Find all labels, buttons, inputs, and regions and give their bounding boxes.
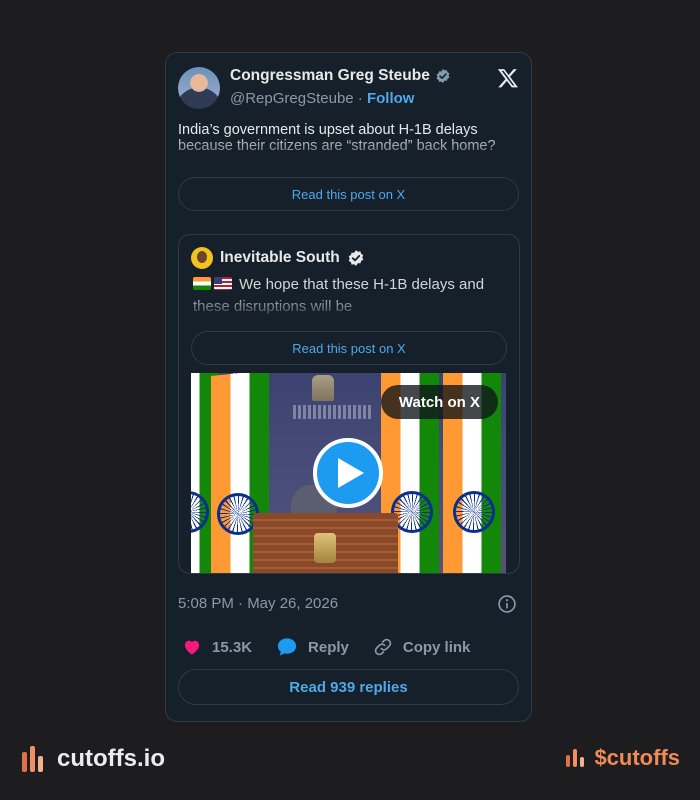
read-replies-button[interactable]: Read 939 replies xyxy=(178,669,519,705)
play-button[interactable] xyxy=(313,438,383,508)
like-button[interactable]: 15.3K xyxy=(182,637,252,657)
x-logo-icon[interactable] xyxy=(497,67,519,89)
quoted-tweet[interactable]: Inevitable South We hope that these H-1B… xyxy=(178,234,520,574)
tweet-card: Congressman Greg Steube @RepGregSteube ·… xyxy=(165,52,532,722)
bar-chart-logo-icon xyxy=(566,749,585,767)
like-count: 15.3K xyxy=(212,638,253,656)
quoted-text-fade xyxy=(179,293,519,321)
quoted-author-name[interactable]: Inevitable South xyxy=(220,249,340,267)
brand-name: cutoffs.io xyxy=(57,745,165,772)
watch-on-x-button[interactable]: Watch on X xyxy=(380,385,498,419)
author-name[interactable]: Congressman Greg Steube xyxy=(230,67,430,85)
bar-chart-logo-icon xyxy=(22,746,43,772)
quoted-read-post-button[interactable]: Read this post on X xyxy=(191,331,507,365)
podium-emblem xyxy=(314,533,336,563)
ashoka-chakra xyxy=(453,491,495,533)
copy-link-button[interactable]: Copy link xyxy=(373,637,471,657)
info-icon[interactable] xyxy=(497,594,517,614)
reply-icon xyxy=(277,638,297,656)
quoted-author-avatar[interactable] xyxy=(191,247,213,269)
author-handle[interactable]: @RepGregSteube xyxy=(230,90,354,107)
podium xyxy=(253,513,398,573)
verified-badge-icon xyxy=(348,250,363,266)
footer-brand-left: cutoffs.io xyxy=(22,745,165,773)
footer-brand-right: $cutoffs xyxy=(566,745,680,771)
tweet-body: India’s government is upset about H-1B d… xyxy=(178,122,496,154)
reply-button[interactable]: Reply xyxy=(276,637,349,657)
play-icon xyxy=(338,458,364,488)
follow-button[interactable]: Follow xyxy=(367,90,415,107)
ticker-symbol: $cutoffs xyxy=(594,745,680,770)
handle-separator: · xyxy=(353,90,367,107)
ministry-signage xyxy=(293,405,373,419)
usa-flag-icon xyxy=(214,277,232,290)
national-emblem xyxy=(312,375,334,401)
heart-icon xyxy=(184,640,200,655)
copy-link-label: Copy link xyxy=(402,638,471,656)
verified-badge-icon xyxy=(436,69,450,83)
reply-label: Reply xyxy=(308,638,349,656)
link-icon xyxy=(374,638,392,656)
read-post-button[interactable]: Read this post on X xyxy=(178,177,519,211)
india-flag-icon xyxy=(193,277,211,290)
tweet-actions: 15.3K Reply Copy link xyxy=(182,637,494,657)
author-avatar[interactable] xyxy=(178,67,220,109)
video-thumbnail[interactable]: Watch on X xyxy=(191,373,506,573)
tweet-timestamp[interactable]: 5:08 PM · May 26, 2026 xyxy=(178,595,338,612)
tweet-header: Congressman Greg Steube @RepGregSteube ·… xyxy=(178,65,519,111)
